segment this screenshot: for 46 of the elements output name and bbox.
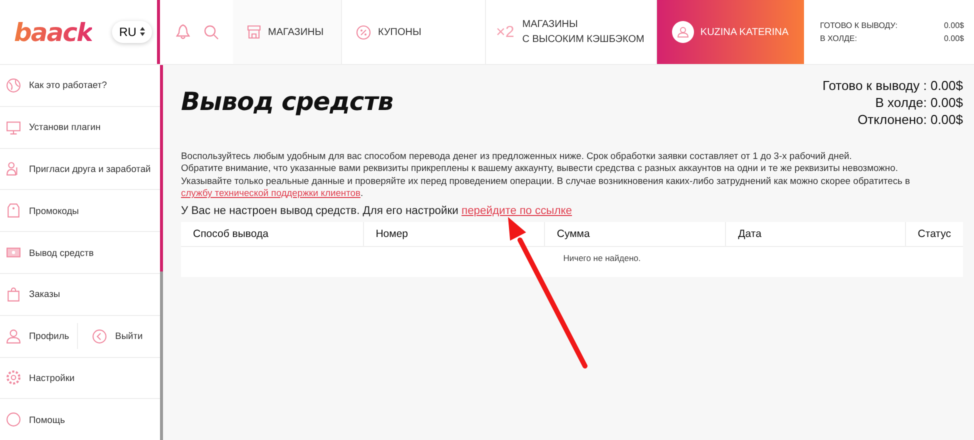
user-button[interactable]: KUZINA KATERINA [657,0,804,64]
sidebar-item[interactable]: Выйти [86,316,143,357]
total-line: В холде: 0.00$ [875,94,963,111]
user-icon [6,328,21,344]
column-header: Сумма [544,222,726,247]
setup-message: У Вас не настроен вывод средств. Для его настройки перейдите по ссылке [181,205,573,218]
support-link[interactable]: службу технической поддержки клиентов [181,186,360,198]
sidebar-item[interactable]: Как это работает? [0,65,107,106]
shop-icon [247,25,261,39]
back-icon [92,328,108,344]
gear-icon [6,370,21,386]
tag-icon [6,203,21,218]
percent-icon [356,24,371,40]
balance-label: ГОТОВО К ВЫВОДУ: [820,21,898,30]
nav-item[interactable]: МАГАЗИНЫ [233,0,342,64]
bell-icon[interactable] [176,24,190,40]
column-header: Статус [905,222,963,247]
total-line: Отклонено: 0.00$ [858,111,963,128]
avatar-icon [677,26,690,38]
sidebar-item[interactable]: Помощь [0,399,65,440]
balance-label: В ХОЛДЕ: [820,34,858,43]
sidebar-item[interactable]: Пригласи друга и заработай [0,148,151,190]
bag-icon [6,286,21,302]
sidebar-item[interactable]: Вывод средств [0,232,94,273]
monitor-icon [6,120,21,135]
total-line: Готово к выводу : 0.00$ [822,77,963,94]
balance-value: 0.00$ [944,21,964,30]
info-text: Обратите внимание, что указанные вами реквизиты прикреплены к вашему аккаунту, вывести средства с разных аккаунтов на одни и те же реквизиты невозможно. [181,162,899,175]
empty-message: Ничего не найдено. [181,246,963,278]
column-header: Дата [726,222,906,247]
globe-icon [6,78,21,93]
sidebar-item[interactable]: Установи плагин [0,106,101,148]
page-title: Вывод средств [181,87,394,116]
sidebar-item[interactable]: Профиль [0,316,70,357]
sidebar-item[interactable]: Промокоды [0,190,79,232]
column-header: Способ вывода [181,222,364,247]
sidebar-item[interactable]: Заказы [0,274,60,315]
card-icon [6,245,21,260]
language-selector[interactable]: RU [112,21,152,43]
search-icon[interactable] [204,24,219,40]
sidebar-item[interactable]: Настройки [0,358,75,398]
info-text: Указывайте только реальные данные и проверяйте их перед проведением операции. В случае возникновения каких-либо затруднений как можно скорее обратитесь в службу технической поддержки клиентов. [181,174,911,200]
setup-link[interactable]: перейдите по ссылке [462,205,572,218]
balance-value: 0.00$ [944,34,964,43]
info-text: Воспользуйтесь любым удобным для вас способом перевода денег из предложенных ниже. Срок обработки заявки составляет от 1 до 3-х рабочий дней. [181,150,853,162]
sort-icon [140,27,145,36]
